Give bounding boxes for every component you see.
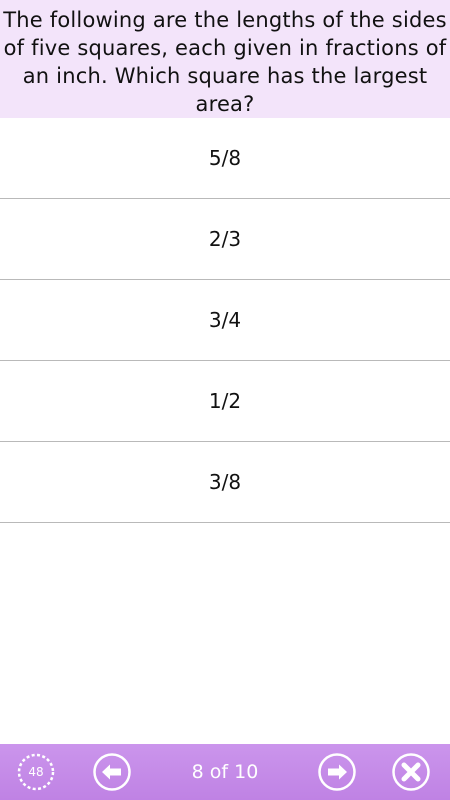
answer-option-5[interactable]: 3/8	[0, 442, 450, 523]
question-text: The following are the lengths of the sid…	[3, 8, 447, 116]
answer-label: 1/2	[208, 389, 242, 413]
next-question-button[interactable]	[317, 752, 357, 792]
bottom-toolbar: 48 8 of 10	[0, 744, 450, 800]
answer-option-3[interactable]: 3/4	[0, 280, 450, 361]
question-panel: The following are the lengths of the sid…	[0, 0, 450, 118]
answer-list: 5/8 2/3 3/4 1/2 3/8	[0, 118, 450, 523]
arrow-left-icon	[93, 753, 131, 791]
close-quiz-button[interactable]	[391, 752, 431, 792]
answer-label: 3/8	[208, 470, 242, 494]
answer-option-4[interactable]: 1/2	[0, 361, 450, 442]
quiz-screen: The following are the lengths of the sid…	[0, 0, 450, 800]
close-icon	[392, 753, 430, 791]
timer-value: 48	[28, 765, 44, 779]
arrow-right-icon	[318, 753, 356, 791]
answer-label: 5/8	[208, 146, 242, 170]
answer-option-2[interactable]: 2/3	[0, 199, 450, 280]
answer-label: 3/4	[208, 308, 242, 332]
answer-label: 2/3	[208, 227, 242, 251]
answer-option-1[interactable]: 5/8	[0, 118, 450, 199]
timer-button[interactable]: 48	[16, 752, 56, 792]
page-counter: 8 of 10	[191, 761, 259, 783]
previous-question-button[interactable]	[92, 752, 132, 792]
